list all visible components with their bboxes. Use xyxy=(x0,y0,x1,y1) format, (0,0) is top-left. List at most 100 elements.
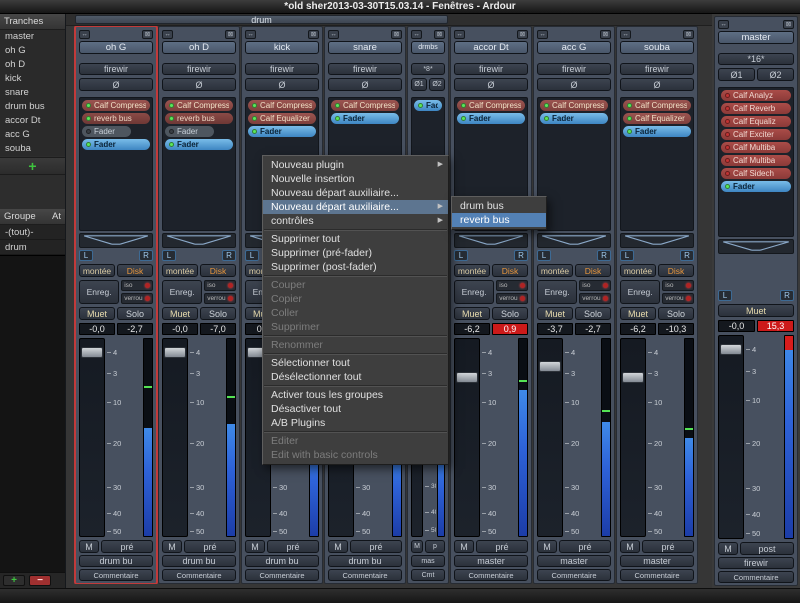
processor-calf-reverb[interactable]: Calf Reverb xyxy=(721,103,791,114)
mute-button[interactable]: Muet xyxy=(718,304,794,317)
pan-right-label[interactable]: R xyxy=(222,250,236,261)
gain-display[interactable]: -3,7 xyxy=(537,323,573,335)
fader-handle[interactable] xyxy=(720,344,742,355)
tranche-item[interactable]: oh G xyxy=(0,44,65,58)
processor-fader[interactable]: Fader xyxy=(331,113,399,124)
menu-item[interactable]: Supprimer xyxy=(263,320,448,334)
menu-item[interactable]: contrôles▶ xyxy=(263,214,448,228)
peak-display[interactable]: -2,7 xyxy=(117,323,153,335)
phase-button[interactable]: Ø2 xyxy=(757,68,794,81)
strip-width-icon[interactable]: ↔ xyxy=(718,20,729,29)
tranche-item[interactable]: kick xyxy=(0,72,65,86)
monitor-disk-button[interactable]: Disk xyxy=(575,264,611,277)
processor-active-led[interactable] xyxy=(418,103,423,108)
gain-fader[interactable] xyxy=(620,338,646,537)
processor-calf-compress[interactable]: Calf Compress xyxy=(457,100,525,111)
group-item[interactable]: -(tout)- xyxy=(0,225,65,240)
comment-button[interactable]: Commentaire xyxy=(162,569,236,581)
processor-fader[interactable]: Fader xyxy=(414,100,442,111)
solo-button[interactable]: Solo xyxy=(492,307,528,320)
phase-button[interactable]: Ø xyxy=(620,78,694,91)
processor-active-led[interactable] xyxy=(725,184,730,189)
add-group-button[interactable]: + xyxy=(3,575,25,586)
processor-active-led[interactable] xyxy=(627,103,632,108)
strip-name-button[interactable]: snare xyxy=(328,41,402,54)
phase-button[interactable]: Ø1 xyxy=(411,78,427,91)
fader-handle[interactable] xyxy=(164,347,186,358)
processor-reverb-bus[interactable]: reverb bus xyxy=(165,113,233,124)
phase-button[interactable]: Ø xyxy=(162,78,236,91)
monitor-input-button[interactable]: montée xyxy=(79,264,115,277)
pan-left-label[interactable]: L xyxy=(245,250,259,261)
processor-active-led[interactable] xyxy=(725,145,730,150)
monitor-disk-button[interactable]: Disk xyxy=(492,264,528,277)
pan-widget[interactable] xyxy=(718,239,794,254)
metering-button[interactable]: M xyxy=(411,540,423,553)
mute-button[interactable]: Muet xyxy=(79,307,115,320)
pan-left-label[interactable]: L xyxy=(454,250,468,261)
menu-item[interactable]: Désactiver tout xyxy=(263,402,448,416)
processor-active-led[interactable] xyxy=(627,116,632,121)
monitor-disk-button[interactable]: Disk xyxy=(117,264,153,277)
output-button[interactable]: drum bu xyxy=(245,555,319,567)
pan-left-label[interactable]: L xyxy=(79,250,93,261)
add-track-button[interactable]: + xyxy=(0,157,65,175)
strip-width-icon[interactable]: ↔ xyxy=(620,30,631,39)
strip-hide-icon[interactable]: ⊠ xyxy=(683,30,694,39)
tranche-item[interactable]: master xyxy=(0,30,65,44)
processor-calf-compress[interactable]: Calf Compress xyxy=(82,100,150,111)
processor-fader[interactable]: Fader xyxy=(623,126,691,137)
record-arm-button[interactable]: Enreg. xyxy=(620,280,660,304)
output-button[interactable]: mas xyxy=(411,555,445,567)
menu-item[interactable]: Désélectionner tout xyxy=(263,370,448,384)
strip-name-button[interactable]: master xyxy=(718,31,794,44)
metering-button[interactable]: M xyxy=(79,540,99,553)
processor-active-led[interactable] xyxy=(725,132,730,137)
processor-calf-compress[interactable]: Calf Compress xyxy=(165,100,233,111)
menu-item[interactable]: Renommer xyxy=(263,338,448,352)
processor-calf-analyz[interactable]: Calf Analyz xyxy=(721,90,791,101)
comment-button[interactable]: Commentaire xyxy=(718,571,794,583)
record-arm-button[interactable]: Enreg. xyxy=(79,280,119,304)
meter-point-button[interactable]: pré xyxy=(184,540,236,553)
strip-input-button[interactable]: *16* xyxy=(718,53,794,65)
meter-point-button[interactable]: pré xyxy=(267,540,319,553)
fader-handle[interactable] xyxy=(456,372,478,383)
processor-fader[interactable]: Fader xyxy=(457,113,525,124)
monitor-input-button[interactable]: montée xyxy=(454,264,490,277)
processor-reverb-bus[interactable]: reverb bus xyxy=(82,113,150,124)
strip-width-icon[interactable]: ↔ xyxy=(162,30,173,39)
phase-button[interactable]: Ø xyxy=(537,78,611,91)
strip-hide-icon[interactable]: ⊠ xyxy=(517,30,528,39)
output-button[interactable]: master xyxy=(454,555,528,567)
menu-item[interactable]: Nouveau départ auxiliaire... xyxy=(263,186,448,200)
processor-calf-equalizer[interactable]: Calf Equalizer xyxy=(623,113,691,124)
processor-fader[interactable]: Fader xyxy=(82,126,131,137)
strip-width-icon[interactable]: ↔ xyxy=(411,30,422,39)
strip-input-button[interactable]: firewir xyxy=(162,63,236,75)
strip-width-icon[interactable]: ↔ xyxy=(537,30,548,39)
menu-item[interactable]: Nouveau départ auxiliaire...▶ xyxy=(263,200,448,214)
pan-left-label[interactable]: L xyxy=(162,250,176,261)
menu-item[interactable]: Copier xyxy=(263,292,448,306)
pan-widget[interactable] xyxy=(454,233,528,248)
processor-active-led[interactable] xyxy=(544,116,549,121)
output-button[interactable]: drum bu xyxy=(79,555,153,567)
gain-fader[interactable] xyxy=(537,338,563,537)
mute-button[interactable]: Muet xyxy=(537,307,573,320)
strip-input-button[interactable]: *8* xyxy=(411,63,445,75)
mute-button[interactable]: Muet xyxy=(454,307,490,320)
strip-hide-icon[interactable]: ⊠ xyxy=(783,20,794,29)
comment-button[interactable]: Commentaire xyxy=(245,569,319,581)
strip-width-icon[interactable]: ↔ xyxy=(245,30,256,39)
output-button[interactable]: master xyxy=(620,555,694,567)
processor-active-led[interactable] xyxy=(725,119,730,124)
peak-display[interactable]: -7,0 xyxy=(200,323,236,335)
processor-active-led[interactable] xyxy=(86,129,91,134)
pan-widget[interactable] xyxy=(79,233,153,248)
comment-button[interactable]: Commentaire xyxy=(537,569,611,581)
meter-point-button[interactable]: pré xyxy=(476,540,528,553)
comment-button[interactable]: Commentaire xyxy=(454,569,528,581)
solo-lock-indicator[interactable]: verrou xyxy=(204,293,236,304)
menu-item[interactable]: reverb bus xyxy=(452,213,546,227)
